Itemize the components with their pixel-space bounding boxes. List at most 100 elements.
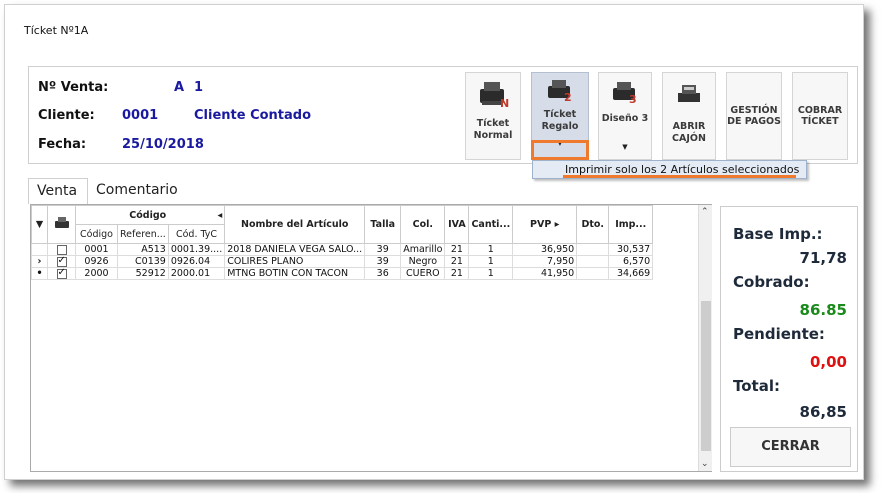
cliente-label: Cliente: — [38, 108, 95, 123]
gestion-pagos-button[interactable]: GESTIÓN DE PAGOS — [726, 72, 782, 160]
pendiente-label: Pendiente: — [733, 325, 825, 343]
cell-cantidad[interactable]: 1 — [468, 255, 514, 268]
cerrar-button[interactable]: CERRAR — [730, 427, 851, 467]
cell-cod-tyc[interactable]: 2000.01 — [167, 267, 226, 280]
cell-dto[interactable] — [576, 243, 610, 256]
scrollbar-thumb[interactable] — [701, 301, 711, 451]
ticket-normal-button[interactable]: N Tícket Normal — [465, 72, 521, 160]
cell-codigo[interactable]: 0926 — [75, 255, 118, 268]
cell-talla[interactable]: 36 — [364, 267, 402, 280]
cell-nombre[interactable]: MTNG BOTIN CON TACON — [224, 267, 366, 280]
col-pvp-label: PVP — [530, 219, 552, 230]
grid-vertical-scrollbar[interactable]: ⌃ ⌄ — [698, 205, 712, 471]
cobrar-ticket-line2: TÍCKET — [801, 116, 839, 127]
chevron-down-icon[interactable]: ⌄ — [701, 459, 709, 469]
cell-nombre[interactable]: COLIRES PLANO — [224, 255, 366, 268]
cobrado-value: 86.85 — [799, 301, 847, 319]
cell-talla[interactable]: 39 — [364, 255, 402, 268]
col-pvp[interactable]: PVP ▸ — [512, 205, 578, 244]
fecha-label: Fecha: — [38, 137, 87, 152]
col-iva[interactable]: IVA — [444, 205, 470, 244]
cell-pvp[interactable]: 36,950 — [512, 243, 578, 256]
cell-importe[interactable]: 34,669 — [608, 267, 654, 280]
ticket-normal-line2: Normal — [473, 130, 513, 141]
table-row[interactable]: • 2000 52912 2000.01 MTNG BOTIN CON TACO… — [31, 267, 654, 280]
tab-comentario[interactable]: Comentario — [88, 178, 188, 204]
svg-text:N: N — [500, 97, 509, 109]
cell-cod-tyc[interactable]: 0926.04 — [167, 255, 226, 268]
cobrar-ticket-button[interactable]: COBRAR TÍCKET — [792, 72, 848, 160]
tab-venta[interactable]: Venta — [28, 178, 88, 204]
col-nombre[interactable]: Nombre del Artículo — [224, 205, 366, 244]
printer-icon — [54, 217, 69, 228]
svg-text:3: 3 — [629, 93, 637, 105]
cell-referencia[interactable]: A513 — [117, 243, 169, 256]
ticket-regalo-line1: Tícket — [543, 109, 577, 120]
gestion-pagos-line2: DE PAGOS — [727, 116, 781, 127]
cell-color[interactable]: Negro — [400, 255, 446, 268]
articles-table: ▼ Código ◂ Nombre del Artículo Talla Col… — [31, 205, 654, 280]
cell-dto[interactable] — [576, 267, 610, 280]
codigo-group-header: Código ◂ — [74, 205, 226, 225]
cell-dto[interactable] — [576, 255, 610, 268]
printer-2-icon: 2 — [548, 80, 572, 103]
row-checkbox[interactable] — [47, 267, 76, 280]
cell-iva[interactable]: 21 — [444, 255, 470, 268]
cell-importe[interactable]: 6,570 — [608, 255, 654, 268]
abrir-cajon-line1: ABRIR — [672, 121, 706, 132]
abrir-cajon-line2: CAJÓN — [672, 133, 706, 144]
row-marker-header[interactable]: ▼ — [31, 205, 48, 244]
cell-pvp[interactable]: 41,950 — [512, 267, 578, 280]
chevron-left-icon[interactable]: ◂ — [217, 210, 222, 221]
total-value: 86,85 — [799, 403, 847, 421]
cell-iva[interactable]: 21 — [444, 243, 470, 256]
cash-register-icon — [678, 85, 700, 102]
cell-cantidad[interactable]: 1 — [468, 243, 514, 256]
chevron-right-icon[interactable]: ▸ — [555, 219, 560, 230]
col-referencia[interactable]: Referen... — [117, 224, 169, 244]
gestion-pagos-line1: GESTIÓN — [730, 105, 778, 116]
row-marker: • — [31, 267, 48, 280]
table-row[interactable]: 0001 A513 0001.39.... 2018 DANIELA VEGA … — [31, 243, 654, 256]
cell-nombre[interactable]: 2018 DANIELA VEGA SALO... — [224, 243, 366, 256]
col-cod-tyc[interactable]: Cód. TyC — [167, 224, 226, 244]
col-color[interactable]: Col. — [400, 205, 446, 244]
col-cantidad[interactable]: Canti... — [468, 205, 514, 244]
cell-color[interactable]: Amarillo — [400, 243, 446, 256]
cell-importe[interactable]: 30,537 — [608, 243, 654, 256]
venta-serie: A — [174, 80, 185, 95]
select-header[interactable] — [47, 205, 76, 244]
col-importe[interactable]: Imp... — [608, 205, 654, 244]
diseno3-button[interactable]: 3 Diseño 3 ▼ — [598, 72, 652, 160]
chevron-up-icon[interactable]: ⌃ — [701, 207, 709, 217]
print-dropdown-menu[interactable]: Imprimir solo los 2 Artículos selecciona… — [532, 160, 807, 179]
chevron-down-icon[interactable]: ▼ — [36, 219, 43, 230]
col-codigo[interactable]: Código — [75, 224, 118, 244]
table-row[interactable]: › 0926 C0139 0926.04 COLIRES PLANO 39 Ne… — [31, 255, 654, 268]
cell-cod-tyc[interactable]: 0001.39.... — [167, 243, 226, 256]
cell-referencia[interactable]: C0139 — [117, 255, 169, 268]
cell-color[interactable]: CUERO — [400, 267, 446, 280]
cliente-code: 0001 — [122, 108, 159, 123]
cliente-name: Cliente Contado — [194, 108, 312, 123]
fecha-value: 25/10/2018 — [122, 137, 204, 152]
cobrado-label: Cobrado: — [733, 273, 810, 291]
cell-referencia[interactable]: 52912 — [117, 267, 169, 280]
col-talla[interactable]: Talla — [364, 205, 402, 244]
cell-codigo[interactable]: 2000 — [75, 267, 118, 280]
articles-grid: ▼ Código ◂ Nombre del Artículo Talla Col… — [30, 204, 712, 472]
cell-pvp[interactable]: 7,950 — [512, 255, 578, 268]
venta-label: Nº Venta: — [38, 80, 109, 95]
ticket-normal-line1: Tícket — [476, 118, 510, 129]
cell-talla[interactable]: 39 — [364, 243, 402, 256]
cell-codigo[interactable]: 0001 — [75, 243, 118, 256]
printer-n-icon: N — [480, 82, 509, 109]
cell-iva[interactable]: 21 — [444, 267, 470, 280]
base-imp-label: Base Imp.: — [733, 225, 823, 243]
pendiente-value: 0,00 — [809, 353, 847, 371]
chevron-down-icon[interactable]: ▼ — [622, 142, 627, 153]
abrir-cajon-button[interactable]: ABRIR CAJÓN — [662, 72, 716, 160]
cell-cantidad[interactable]: 1 — [468, 267, 514, 280]
col-dto[interactable]: Dto. — [576, 205, 610, 244]
venta-num: 1 — [194, 80, 204, 95]
